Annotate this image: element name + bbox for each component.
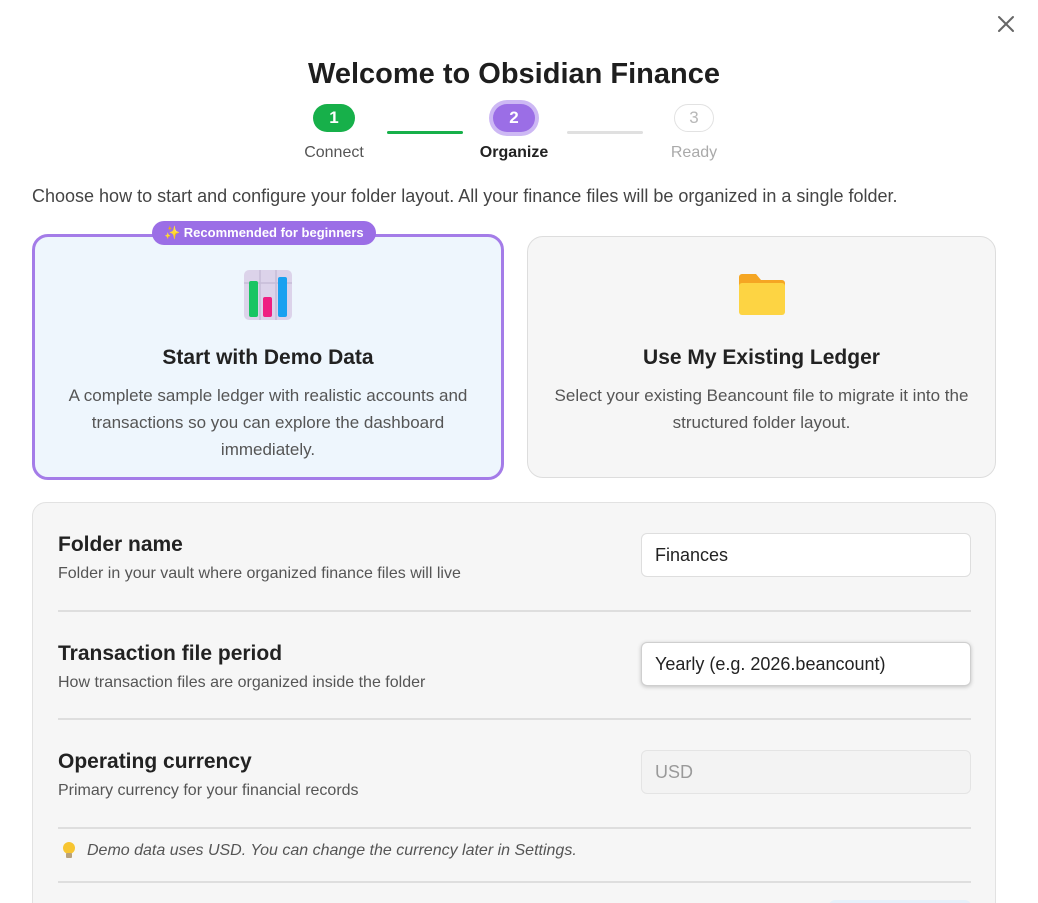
divider <box>58 827 971 829</box>
step-organize: 2 Organize <box>464 104 564 162</box>
bar-chart-icon <box>244 270 292 320</box>
close-icon <box>998 16 1014 32</box>
stepper: 1 Connect 2 Organize 3 Ready <box>0 104 1038 174</box>
note-text: Demo data uses USD. You can change the c… <box>87 842 577 859</box>
currency-note: Demo data uses USD. You can change the c… <box>61 841 577 861</box>
step-label: Connect <box>304 144 364 161</box>
divider <box>58 610 971 612</box>
step-label: Ready <box>670 144 718 161</box>
step-ready: 3 Ready <box>644 104 744 162</box>
setting-currency: Operating currency Primary currency for … <box>58 750 971 800</box>
step-connect: 1 Connect <box>284 104 384 162</box>
setting-folder-name: Folder name Folder in your vault where o… <box>58 533 971 583</box>
option-description: Select your existing Beancount file to m… <box>554 386 969 432</box>
option-demo-data[interactable]: Start with Demo Data A complete sample l… <box>32 234 504 480</box>
step-number: 3 <box>674 104 714 132</box>
recommended-badge: ✨ Recommended for beginners <box>152 221 376 245</box>
option-title: Use My Existing Ledger <box>643 346 880 369</box>
step-number: 1 <box>313 104 355 132</box>
file-period-select[interactable]: Yearly (e.g. 2026.beancount) <box>641 642 971 686</box>
dialog-title: Welcome to Obsidian Finance <box>308 58 720 90</box>
lightbulb-icon <box>63 842 75 858</box>
folder-icon <box>738 274 785 315</box>
currency-input: USD <box>641 750 971 794</box>
step-connector-done <box>387 131 463 134</box>
close-button[interactable] <box>992 10 1020 38</box>
setting-file-period: Transaction file period How transaction … <box>58 642 971 692</box>
step-number: 2 <box>493 104 535 132</box>
option-existing-ledger[interactable]: Use My Existing Ledger Select your exist… <box>527 236 996 478</box>
settings-panel: Folder name Folder in your vault where o… <box>32 502 996 903</box>
divider <box>58 718 971 720</box>
option-title: Start with Demo Data <box>162 346 374 369</box>
step-label: Organize <box>479 144 549 161</box>
step-connector-pending <box>567 131 643 134</box>
divider <box>58 881 971 883</box>
intro-text: Choose how to start and configure your f… <box>32 186 898 206</box>
folder-name-input[interactable]: Finances <box>641 533 971 577</box>
option-description: A complete sample ledger with realistic … <box>68 386 468 459</box>
